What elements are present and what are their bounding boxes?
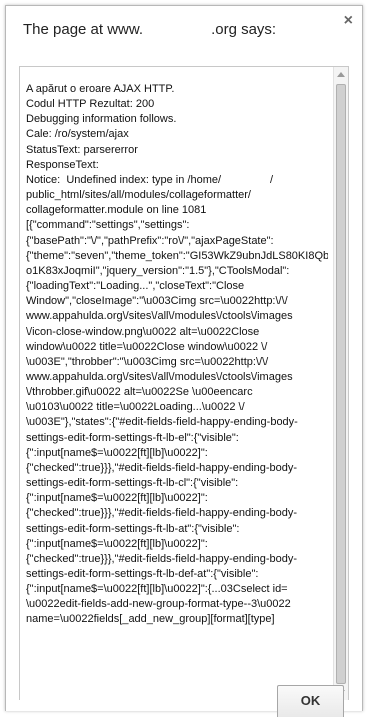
close-icon[interactable]: × (344, 12, 353, 30)
message-line: window\u0022 title=\u0022Close window\u0… (26, 340, 268, 353)
redacted-domain (143, 22, 212, 35)
message-line: \/throbber.gif\u0022 alt=\u0022Se \u00ee… (26, 386, 253, 399)
message-line: www.appahulda.org\/sites\/all\/modules\/… (26, 310, 293, 323)
scrollbar-thumb[interactable] (336, 84, 346, 684)
message-line: StatusText: parsererror (26, 143, 138, 156)
message-line: settings-edit-form-settings-ft-lb-at":{"… (26, 522, 240, 535)
message-line: {":input[name$=\u0022[ft][lb]\u0022]": (26, 446, 208, 459)
message-line: collageformatter.module on line 1081 (26, 204, 207, 217)
message-line: [{"command":"settings","settings": (26, 219, 190, 232)
message-line: {":input[name$=\u0022[ft][lb]\u0022]": (26, 492, 208, 505)
vertical-scrollbar[interactable] (333, 67, 348, 700)
message-line: settings-edit-form-settings-ft-lb-def-at… (26, 568, 259, 580)
message-line: {":input[name$=\u0022[ft][lb]\u0022]":{.… (26, 583, 288, 596)
dialog-title: The page at www. .org says: (23, 21, 276, 38)
message-line: ResponseText: (26, 158, 99, 171)
message-line: {"checked":true}}},"#edit-fields-field-h… (26, 552, 297, 565)
message-line: \u0103\u0022 title=\u0022Loading...\u002… (26, 401, 245, 414)
dialog-title-prefix: The page at www. (23, 21, 144, 38)
message-line: Codul HTTP Rezultat: 200 (26, 98, 155, 111)
message-line: {"checked":true}}},"#edit-fields-field-h… (26, 461, 297, 474)
message-line: name=\u0022fields[_add_new_group][format… (26, 613, 275, 626)
message-line: o1K83xJoqmiI","jquery_version":"1.5"},"C… (26, 264, 290, 277)
message-line: \u0022edit-fields-add-new-group-format-t… (26, 598, 291, 611)
message-line: \/icon-close-window.png\u0022 alt=\u0022… (26, 325, 260, 338)
dialog-title-suffix: .org says: (211, 21, 277, 38)
ok-button[interactable]: OK (277, 685, 344, 717)
message-line: public_html/sites/all/modules/collagefor… (26, 189, 251, 202)
message-line: {":input[name$=\u0022[ft][lb]\u0022]": (26, 537, 208, 550)
message-line: Debugging information follows. (26, 113, 177, 126)
message-line: settings-edit-form-settings-ft-lb-cl":{"… (26, 477, 239, 490)
message-line: {"checked":true}}},"#edit-fields-field-h… (26, 507, 297, 520)
message-line: A apărut o eroare AJAX HTTP. (26, 83, 175, 95)
message-line: settings-edit-form-settings-ft-lb-el":{"… (26, 431, 239, 444)
message-line: {"theme":"seven","theme_token":"GI53WkZ9… (26, 249, 328, 262)
message-text: A apărut o eroare AJAX HTTP. Codul HTTP R… (26, 82, 328, 628)
alert-dialog: The page at www. .org says: × A apărut o … (5, 5, 363, 717)
message-line: {"basePath":"\/","pathPrefix":"ro\/","aj… (26, 234, 274, 247)
message-textarea[interactable]: A apărut o eroare AJAX HTTP. Codul HTTP R… (19, 66, 349, 700)
message-line: \u003E","throbber":"\u003Cimg src=\u0022… (26, 355, 269, 368)
scroll-up-arrow-icon[interactable] (337, 72, 345, 77)
message-line: Notice: Undefined index: type in /home/ … (26, 173, 274, 186)
message-line: www.appahulda.org\/sites\/all\/modules\/… (26, 370, 293, 383)
message-line: {"loadingText":"Loading...","closeText":… (26, 280, 245, 293)
message-line: \u003E"},"states":{"#edit-fields-field-h… (26, 416, 298, 429)
message-line: Window","closeImage":"\u003Cimg src=\u00… (26, 295, 288, 308)
message-line: Cale: /ro/system/ajax (26, 128, 129, 141)
